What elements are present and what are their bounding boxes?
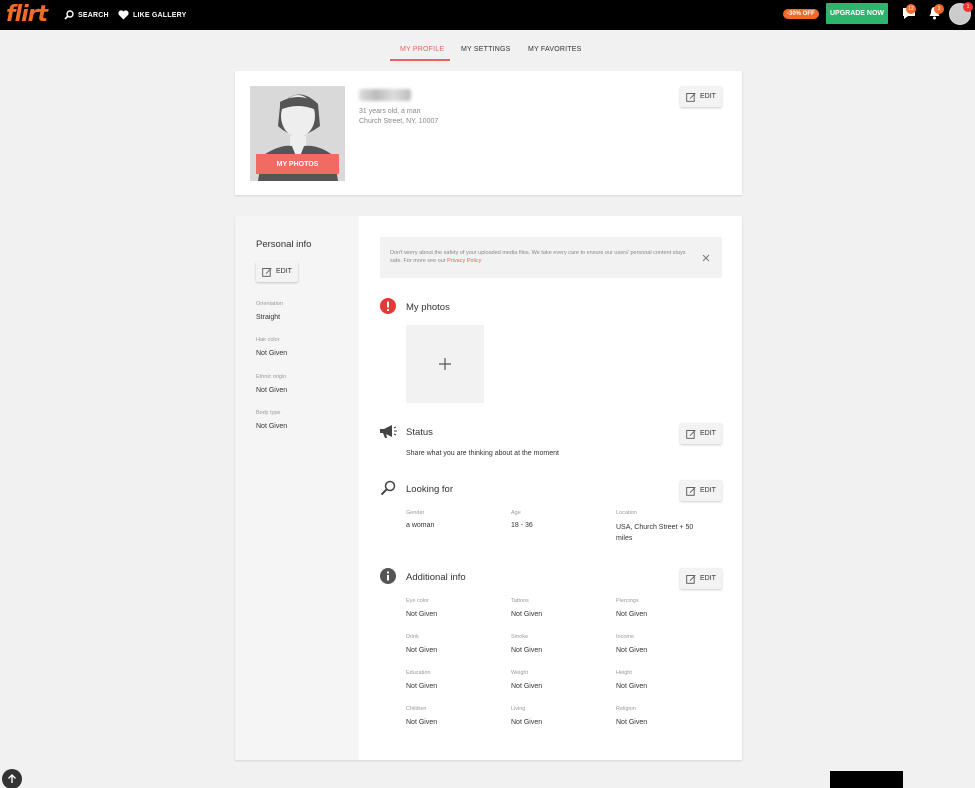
gender-label: Gender xyxy=(406,510,425,516)
tab-my-settings[interactable]: MY SETTINGS xyxy=(461,46,511,53)
orientation-value: Straight xyxy=(256,314,281,321)
location-label: Location xyxy=(616,510,637,516)
hair-color-label: Hair color xyxy=(256,337,280,343)
education-label: Education xyxy=(406,670,431,676)
tab-my-profile[interactable]: MY PROFILE xyxy=(400,46,444,53)
heart-icon xyxy=(118,10,129,20)
living-label: Living xyxy=(511,706,526,712)
religion-label: Religion xyxy=(616,706,636,712)
height-value: Not Given xyxy=(616,683,648,690)
notice-body: Don't worry about the safety of your upl… xyxy=(390,250,686,264)
search-nav-link[interactable]: SEARCH xyxy=(64,0,109,30)
arrow-up-icon xyxy=(8,774,16,783)
hair-color-value: Not Given xyxy=(256,350,288,357)
age-label: Age xyxy=(511,510,521,516)
tab-my-favorites[interactable]: MY FAVORITES xyxy=(528,46,582,53)
profile-name-redacted xyxy=(359,89,411,101)
status-text[interactable]: Share what you are thinking about at the… xyxy=(406,450,559,457)
edit-label: EDIT xyxy=(700,93,716,100)
avatar-count-badge: 1 xyxy=(963,2,973,12)
piercings-label: Piercings xyxy=(616,598,639,604)
top-bar: flirt SEARCH LIKE GALLERY -30% OFF UPGRA… xyxy=(0,0,975,30)
active-tab-indicator xyxy=(390,59,450,61)
edit-icon xyxy=(686,486,696,496)
body-type-label: Body type xyxy=(256,410,281,416)
profile-tabs: MY PROFILE MY SETTINGS MY FAVORITES xyxy=(0,40,975,62)
edit-status-button[interactable]: EDIT xyxy=(680,423,722,444)
my-photos-button[interactable]: MY PHOTOS xyxy=(256,154,339,174)
edit-looking-for-button[interactable]: EDIT xyxy=(680,480,722,501)
upgrade-now-button[interactable]: UPGRADE NOW xyxy=(826,3,888,24)
like-gallery-nav-link[interactable]: LIKE GALLERY xyxy=(118,0,186,30)
privacy-notice-text: Don't worry about the safety of your upl… xyxy=(390,249,690,265)
education-value: Not Given xyxy=(406,683,438,690)
additional-info-title: Additional info xyxy=(406,572,466,583)
plus-icon xyxy=(439,358,451,370)
search-icon xyxy=(64,10,74,20)
profile-location: Church Street, NY, 10007 xyxy=(359,118,439,125)
eye-color-value: Not Given xyxy=(406,611,438,618)
discount-badge[interactable]: -30% OFF xyxy=(783,9,819,19)
tattoos-value: Not Given xyxy=(511,611,543,618)
my-photos-title: My photos xyxy=(406,302,450,313)
edit-icon xyxy=(686,92,696,102)
income-value: Not Given xyxy=(616,647,648,654)
tattoos-label: Tattoos xyxy=(511,598,529,604)
living-value: Not Given xyxy=(511,719,543,726)
search-icon xyxy=(380,480,396,496)
edit-profile-button[interactable]: EDIT xyxy=(680,86,722,107)
looking-for-title: Looking for xyxy=(406,484,454,495)
smoke-value: Not Given xyxy=(511,647,543,654)
edit-icon xyxy=(686,429,696,439)
orientation-label: Orientation xyxy=(256,301,283,307)
drink-value: Not Given xyxy=(406,647,438,654)
gender-value: a woman xyxy=(406,522,435,529)
drink-label: Drink xyxy=(406,634,419,640)
body-type-value: Not Given xyxy=(256,423,288,430)
children-value: Not Given xyxy=(406,719,438,726)
info-icon xyxy=(380,568,396,584)
personal-info-title: Personal info xyxy=(256,239,312,250)
personal-info-sidebar xyxy=(235,216,359,760)
chat-widget[interactable] xyxy=(830,771,903,788)
edit-additional-info-button[interactable]: EDIT xyxy=(680,568,722,589)
add-photo-button[interactable] xyxy=(406,325,484,403)
scroll-to-top-button[interactable] xyxy=(2,769,22,788)
ethnic-origin-value: Not Given xyxy=(256,387,288,394)
edit-label: EDIT xyxy=(700,430,716,437)
search-label: SEARCH xyxy=(78,11,109,19)
edit-icon xyxy=(686,574,696,584)
ethnic-origin-label: Ethnic origin xyxy=(256,374,287,380)
notifications-count-badge: 3 xyxy=(934,4,944,14)
close-icon[interactable] xyxy=(702,254,710,262)
religion-value: Not Given xyxy=(616,719,648,726)
height-label: Height xyxy=(616,670,632,676)
privacy-policy-link[interactable]: Privacy Policy xyxy=(447,258,481,264)
edit-label: EDIT xyxy=(700,487,716,494)
income-label: Income xyxy=(616,634,635,640)
like-gallery-label: LIKE GALLERY xyxy=(133,11,187,19)
flirt-logo[interactable]: flirt xyxy=(6,2,48,27)
weight-label: Weight xyxy=(511,670,529,676)
privacy-notice: Don't worry about the safety of your upl… xyxy=(380,237,722,278)
profile-age-gender: 31 years old, a man xyxy=(359,108,421,115)
piercings-value: Not Given xyxy=(616,611,648,618)
age-value: 18 - 36 xyxy=(511,522,533,529)
location-value: USA, Church Street + 50 miles xyxy=(616,524,694,542)
status-title: Status xyxy=(406,427,433,438)
edit-icon xyxy=(262,267,272,277)
weight-value: Not Given xyxy=(511,683,543,690)
edit-label: EDIT xyxy=(276,268,292,275)
children-label: Children xyxy=(406,706,427,712)
edit-label: EDIT xyxy=(700,575,716,582)
edit-personal-info-button[interactable]: EDIT xyxy=(256,261,298,282)
smoke-label: Smoke xyxy=(511,634,529,640)
megaphone-icon xyxy=(380,425,397,438)
messages-count-badge: 12 xyxy=(906,4,916,14)
eye-color-label: Eye color xyxy=(406,598,429,604)
alert-icon xyxy=(380,298,396,314)
